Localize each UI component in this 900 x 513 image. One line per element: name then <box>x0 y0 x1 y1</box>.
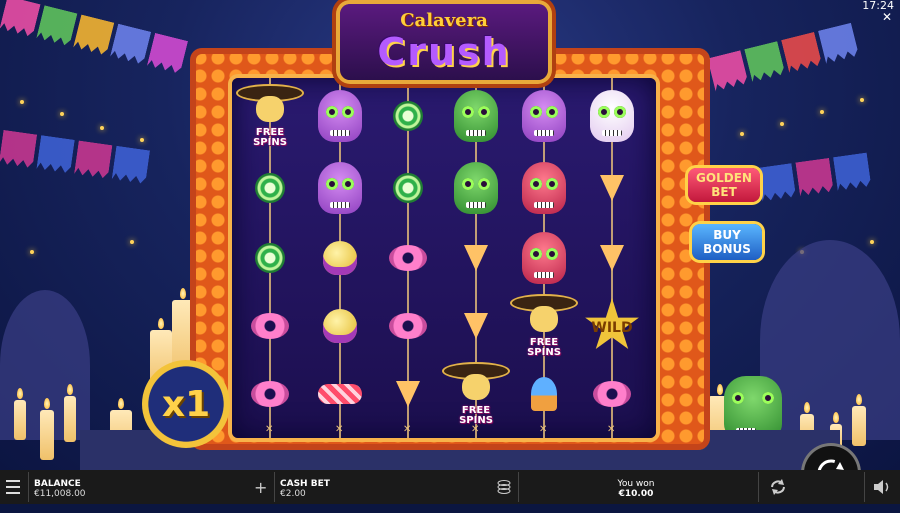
cash-bet-label: CASH BET <box>280 479 330 489</box>
free-spins-label: SPINS <box>459 415 493 426</box>
mariachi-free-spins-symbol: FREE SPINS <box>444 364 508 426</box>
reel-grid: ✕ FREE SPINS ✕ ✕ ✕ FREE SPINS ✕ FREE SPINS ✕ WILD <box>232 78 656 438</box>
buy-bonus-label-1: BUY <box>713 228 741 242</box>
reel-anchor-icon: ✕ <box>335 424 344 435</box>
sound-icon[interactable] <box>872 478 892 512</box>
white-skull-symbol <box>582 86 642 146</box>
lollipop-symbol <box>240 158 300 218</box>
golden-bet-label-1: GOLDEN <box>696 171 752 185</box>
green-skull-symbol <box>446 86 506 146</box>
lollipop-symbol <box>378 86 438 146</box>
you-won-label: You won <box>617 479 655 489</box>
win-display: You won €10.00 <box>600 479 672 513</box>
you-won-value: €10.00 <box>618 489 654 499</box>
reel-area[interactable]: ✕ FREE SPINS ✕ ✕ ✕ FREE SPINS ✕ FREE SPINS ✕ WILD <box>232 78 656 438</box>
purple-skull-symbol <box>310 158 370 218</box>
donut-symbol <box>240 364 300 424</box>
game-scene: ✕ FREE SPINS ✕ ✕ ✕ FREE SPINS ✕ FREE SPINS ✕ WILD Ca… <box>0 0 900 470</box>
pizza-slice-symbol <box>378 364 438 424</box>
pizza-slice-symbol <box>446 296 506 356</box>
donut-symbol <box>240 296 300 356</box>
golden-bet-button[interactable]: GOLDEN BET <box>688 168 760 202</box>
donut-symbol <box>378 228 438 288</box>
buy-bonus-button[interactable]: BUY BONUS <box>692 224 762 260</box>
purple-skull-symbol <box>514 86 574 146</box>
wild-label: WILD <box>591 320 633 336</box>
cupcake-yellow-symbol <box>310 228 370 288</box>
candle <box>40 398 54 460</box>
pizza-slice-symbol <box>582 158 642 218</box>
papel-picado-right-lower <box>758 153 872 208</box>
free-spins-label: SPINS <box>527 347 561 358</box>
close-icon[interactable]: ✕ <box>882 10 892 24</box>
multiplier-badge: x1 <box>142 360 230 448</box>
candle <box>64 384 76 442</box>
logo-line-2: Crush <box>377 30 511 74</box>
balance-label: BALANCE <box>34 479 81 489</box>
cupcake-blue-symbol <box>514 364 574 424</box>
lollipop-symbol <box>378 158 438 218</box>
reel-anchor-icon: ✕ <box>607 424 616 435</box>
logo-line-1: Calavera <box>400 10 488 31</box>
reel-anchor-icon: ✕ <box>403 424 412 435</box>
red-skull-symbol <box>514 228 574 288</box>
red-skull-symbol <box>514 158 574 218</box>
autoplay-icon[interactable] <box>768 478 788 512</box>
mariachi-free-spins-symbol: FREE SPINS <box>512 296 576 358</box>
mariachi-free-spins-symbol: FREE SPINS <box>238 86 302 148</box>
golden-bet-label-2: BET <box>711 185 737 199</box>
hamburger-menu-icon <box>6 480 20 494</box>
pizza-slice-symbol <box>446 228 506 288</box>
papel-picado-right <box>707 23 860 98</box>
cash-bet-value: €2.00 <box>280 489 306 499</box>
donut-symbol <box>378 296 438 356</box>
papel-picado-left <box>0 0 188 80</box>
cash-bet-display[interactable]: CASH BET €2.00 <box>280 479 330 513</box>
game-logo: Calavera Crush <box>340 4 548 80</box>
menu-button[interactable] <box>4 470 26 504</box>
donut-symbol <box>582 364 642 424</box>
pizza-slice-symbol <box>582 228 642 288</box>
balance-display: BALANCE €11,008.00 <box>34 479 86 513</box>
green-skull-symbol <box>446 158 506 218</box>
reel-anchor-icon: ✕ <box>265 424 274 435</box>
reel-anchor-icon: ✕ <box>539 424 548 435</box>
plus-icon[interactable]: + <box>254 478 267 512</box>
purple-skull-symbol <box>310 86 370 146</box>
candle <box>14 388 26 440</box>
lollipop-symbol <box>240 228 300 288</box>
buy-bonus-label-2: BONUS <box>703 242 751 256</box>
cupcake-yellow-symbol <box>310 296 370 356</box>
papel-picado-left-lower <box>0 130 150 190</box>
candle <box>852 394 866 446</box>
free-spins-label: SPINS <box>253 137 287 148</box>
coins-icon[interactable] <box>496 479 512 513</box>
wild-star-symbol: WILD <box>582 296 642 356</box>
balance-value: €11,008.00 <box>34 489 86 499</box>
bottom-bar: BALANCE €11,008.00 + CASH BET €2.00 You … <box>0 470 900 504</box>
wrapped-candy-symbol <box>310 364 370 424</box>
